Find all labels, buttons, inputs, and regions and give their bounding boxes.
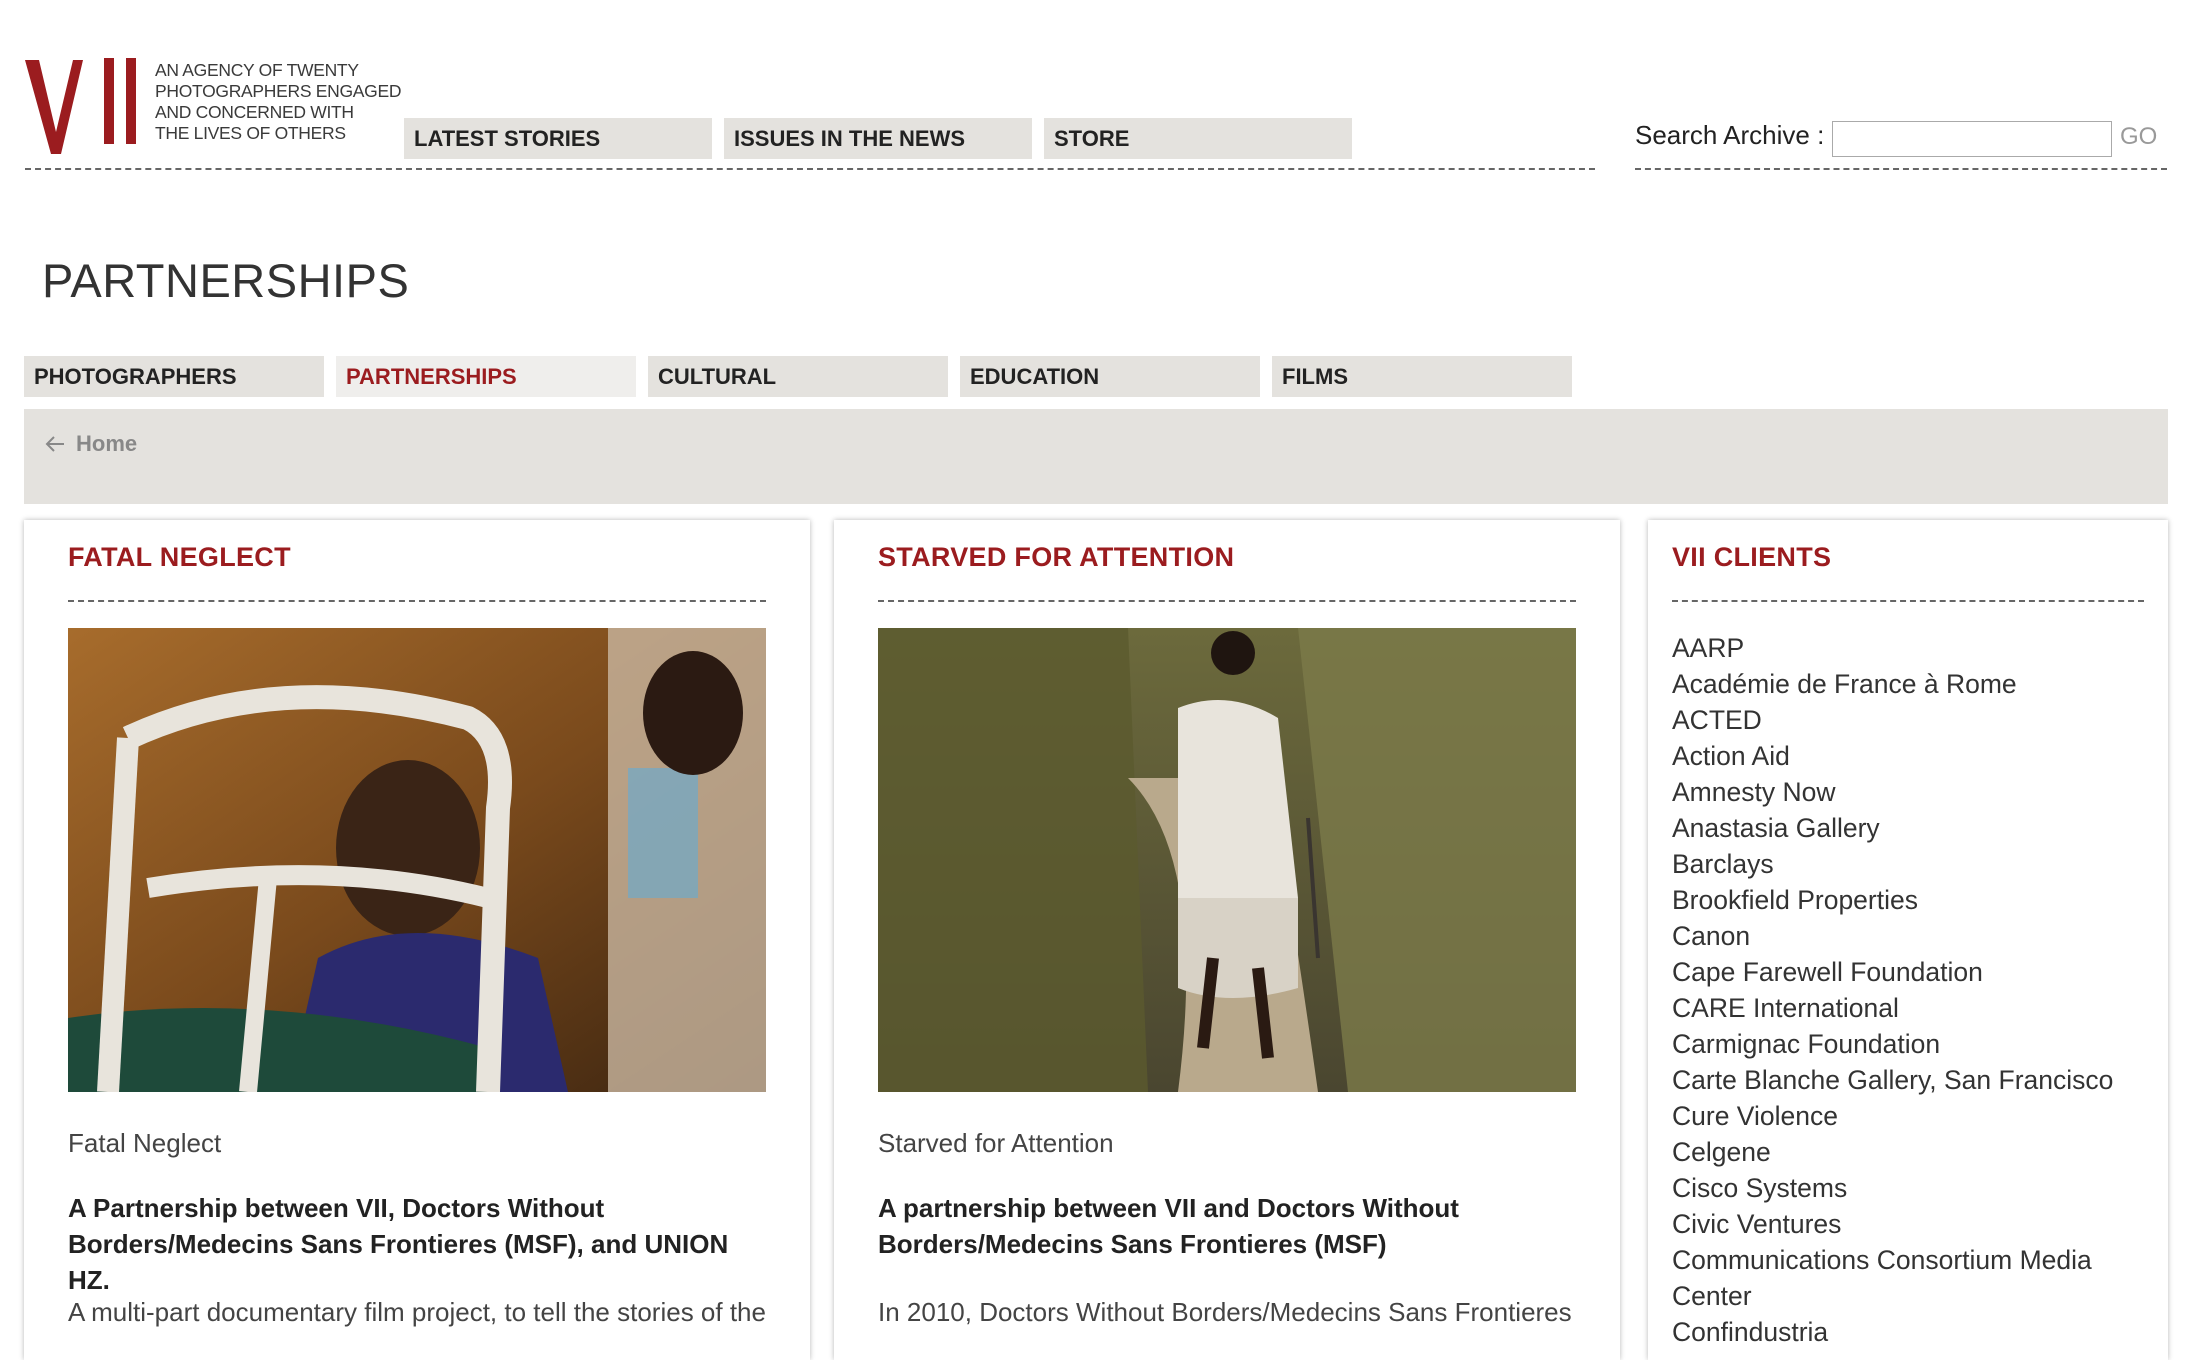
card-divider bbox=[878, 600, 1576, 602]
search-go-button[interactable]: GO bbox=[2120, 123, 2157, 151]
clients-card: VII CLIENTS AARP Académie de France à Ro… bbox=[1648, 520, 2168, 1360]
tagline-line: PHOTOGRAPHERS ENGAGED bbox=[155, 81, 402, 101]
card-description: A multi-part documentary film project, t… bbox=[68, 1297, 766, 1327]
client-item[interactable]: CARE International bbox=[1672, 990, 2122, 1026]
nav-issues-in-the-news[interactable]: ISSUES IN THE NEWS bbox=[724, 118, 1032, 159]
client-item[interactable]: Carte Blanche Gallery, San Francisco bbox=[1672, 1062, 2122, 1098]
client-item[interactable]: ACTED bbox=[1672, 702, 2122, 738]
arrow-left-icon bbox=[45, 436, 64, 452]
nav-latest-stories[interactable]: LATEST STORIES bbox=[404, 118, 712, 159]
tab-education[interactable]: EDUCATION bbox=[960, 356, 1260, 397]
client-item[interactable]: Académie de France à Rome bbox=[1672, 666, 2122, 702]
nav-store[interactable]: STORE bbox=[1044, 118, 1352, 159]
card-divider bbox=[1672, 600, 2144, 602]
client-item[interactable]: AARP bbox=[1672, 630, 2122, 666]
search-archive-input[interactable] bbox=[1832, 121, 2112, 157]
client-item[interactable]: Civic Ventures bbox=[1672, 1206, 2122, 1242]
card-subtitle: A Partnership between VII, Doctors Witho… bbox=[68, 1193, 729, 1295]
client-item[interactable]: Cure Violence bbox=[1672, 1098, 2122, 1134]
fatal-neglect-photo[interactable] bbox=[68, 628, 766, 1092]
story-card-starved-for-attention: STARVED FOR ATTENTION Starved for Attent… bbox=[834, 520, 1620, 1360]
client-item[interactable]: Cape Farewell Foundation bbox=[1672, 954, 2122, 990]
main-nav: LATEST STORIES ISSUES IN THE NEWS STORE bbox=[404, 118, 1352, 159]
starved-for-attention-photo[interactable] bbox=[878, 628, 1576, 1092]
breadcrumb-home-label: Home bbox=[76, 431, 138, 456]
vii-logo-mark bbox=[25, 58, 136, 154]
client-item[interactable]: Canon bbox=[1672, 918, 2122, 954]
clients-list: AARP Académie de France à Rome ACTED Act… bbox=[1672, 630, 2122, 1350]
logo-tagline: AN AGENCY OF TWENTY PHOTOGRAPHERS ENGAGE… bbox=[155, 60, 415, 144]
clients-title: VII CLIENTS bbox=[1672, 542, 1832, 572]
client-item[interactable]: Action Aid bbox=[1672, 738, 2122, 774]
tagline-line: AN AGENCY OF TWENTY bbox=[155, 60, 359, 80]
client-item[interactable]: Confindustria bbox=[1672, 1314, 2122, 1350]
tab-cultural[interactable]: CULTURAL bbox=[648, 356, 948, 397]
client-item[interactable]: Amnesty Now bbox=[1672, 774, 2122, 810]
client-item[interactable]: Cisco Systems bbox=[1672, 1170, 2122, 1206]
card-subtitle: A partnership between VII and Doctors Wi… bbox=[878, 1193, 1459, 1259]
tagline-line: THE LIVES OF OTHERS bbox=[155, 123, 346, 143]
client-item[interactable]: Celgene bbox=[1672, 1134, 2122, 1170]
search-archive-label: Search Archive : bbox=[1635, 120, 1825, 150]
card-description: In 2010, Doctors Without Borders/Medecin… bbox=[878, 1297, 1572, 1327]
header-divider bbox=[25, 168, 1595, 170]
search-divider bbox=[1635, 168, 2167, 170]
client-item[interactable]: Brookfield Properties bbox=[1672, 882, 2122, 918]
client-item[interactable]: Carmignac Foundation bbox=[1672, 1026, 2122, 1062]
card-title[interactable]: FATAL NEGLECT bbox=[68, 542, 291, 573]
card-caption: Starved for Attention bbox=[878, 1128, 1114, 1158]
client-item[interactable]: Anastasia Gallery bbox=[1672, 810, 2122, 846]
tab-photographers[interactable]: PHOTOGRAPHERS bbox=[24, 356, 324, 397]
card-divider bbox=[68, 600, 766, 602]
page-title: PARTNERSHIPS bbox=[42, 254, 410, 307]
card-title[interactable]: STARVED FOR ATTENTION bbox=[878, 542, 1234, 573]
section-tabs: PHOTOGRAPHERS PARTNERSHIPS CULTURAL EDUC… bbox=[24, 356, 1572, 397]
story-card-fatal-neglect: FATAL NEGLECT Fatal Neglect A Partnershi… bbox=[24, 520, 810, 1360]
breadcrumb-home-link[interactable]: Home bbox=[44, 431, 137, 457]
client-item[interactable]: Barclays bbox=[1672, 846, 2122, 882]
card-caption: Fatal Neglect bbox=[68, 1128, 222, 1158]
tab-partnerships[interactable]: PARTNERSHIPS bbox=[336, 356, 636, 397]
client-item[interactable]: Communications Consortium Media Center bbox=[1672, 1242, 2122, 1314]
breadcrumb-bar: Home bbox=[24, 409, 2168, 504]
tab-films[interactable]: FILMS bbox=[1272, 356, 1572, 397]
tagline-line: AND CONCERNED WITH bbox=[155, 102, 354, 122]
site-logo[interactable]: AN AGENCY OF TWENTY PHOTOGRAPHERS ENGAGE… bbox=[25, 58, 402, 154]
